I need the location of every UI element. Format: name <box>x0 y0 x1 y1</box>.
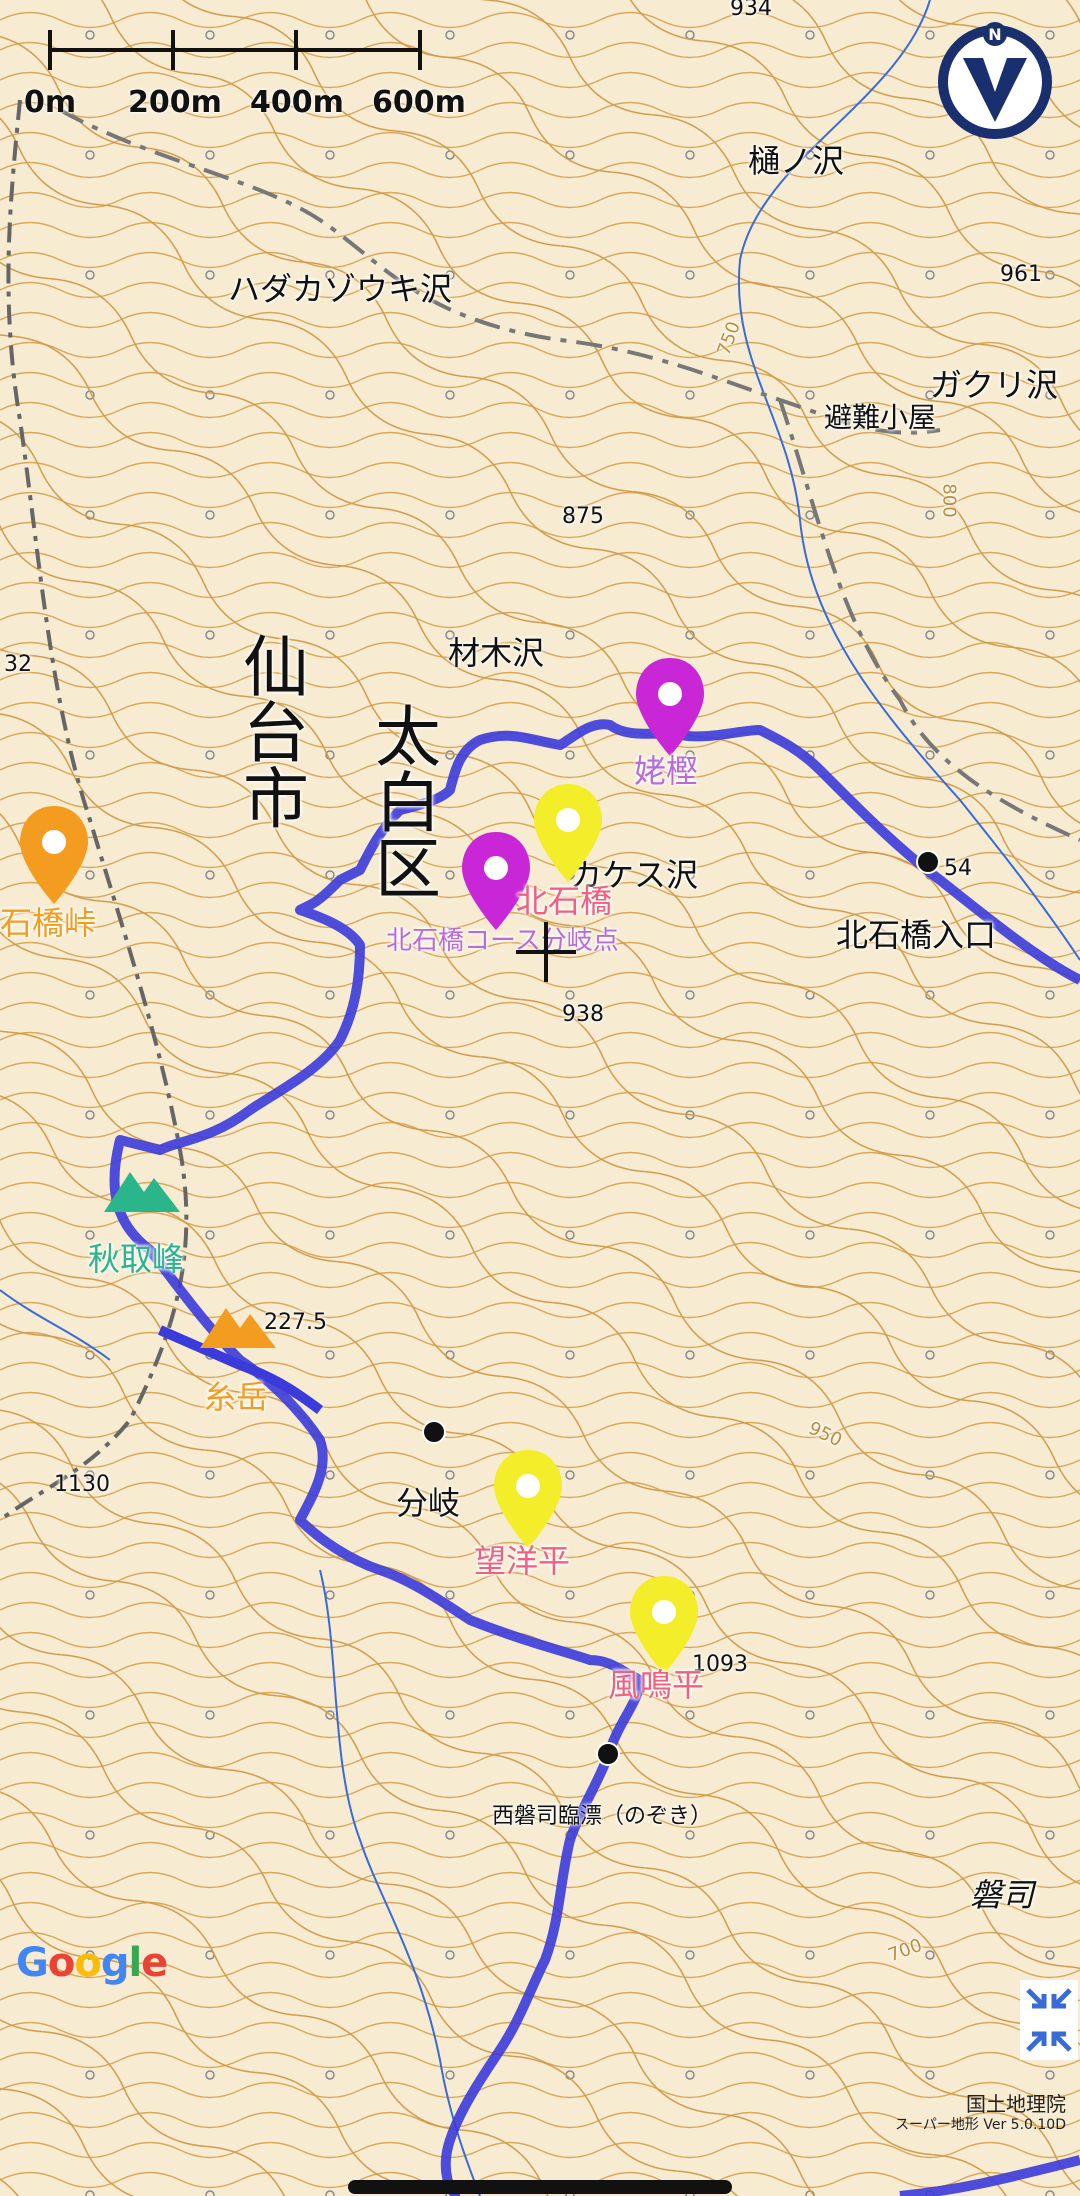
label-sendai-shi: 仙台市 <box>232 632 309 830</box>
compass-north-letter: N <box>988 25 1001 44</box>
compass-icon[interactable]: N <box>935 22 1055 142</box>
scale-label-0: 0m <box>24 85 77 120</box>
fullscreen-toggle-button[interactable] <box>1020 1980 1078 2060</box>
pin-label-uba-kashi: 姥樫 <box>634 752 699 790</box>
label-hadakazouki-sawa: ハダカゾウキ沢 <box>228 270 453 308</box>
elevation-875: 875 <box>562 504 604 529</box>
contour-label-800: 800 <box>938 483 960 518</box>
peak-label-itodake: 糸岳 <box>204 1378 269 1416</box>
peak-icon-akitorimine[interactable] <box>104 1168 180 1212</box>
elevation-1130: 1130 <box>54 1472 110 1497</box>
collapse-arrows-icon <box>1026 1988 1072 2052</box>
elevation-54: 54 <box>944 856 972 881</box>
waypoint-dot-kitaishibashi-iriguchi[interactable] <box>916 850 940 874</box>
label-kitaishibashi-iriguchi: 北石橋入口 <box>836 916 997 954</box>
pin-label-kitaishibashi: 北石橋 <box>516 882 613 920</box>
peak-icon-itodake[interactable] <box>200 1304 276 1348</box>
elevation-934: 934 <box>730 0 772 21</box>
label-hinan-goya: 避難小屋 <box>824 401 937 434</box>
label-nishibandai: 西磐司臨漂（のぞき） <box>492 1804 713 1829</box>
attribution-super-chikei: スーパー地形 Ver 5.0.10D <box>895 2117 1066 2133</box>
google-logo: Google <box>16 1940 168 1986</box>
label-bandai: 磐司 <box>970 1876 1035 1914</box>
label-bunki: 分岐 <box>396 1484 461 1522</box>
label-taihaku-ku: 太白区 <box>364 702 441 900</box>
topographic-map[interactable] <box>0 0 1080 2196</box>
label-zaimoku-sawa: 材木沢 <box>448 634 545 672</box>
waypoint-dot-nishibandai[interactable] <box>596 1742 620 1766</box>
pin-label-ishibashi-toge: 石橋峠 <box>0 904 97 942</box>
waypoint-dot-bunki[interactable] <box>422 1420 446 1444</box>
pin-label-kitaishibashi-course: 北石橋コース分岐点 <box>386 926 619 956</box>
scale-label-200: 200m <box>128 85 222 120</box>
elevation-961: 961 <box>1000 262 1042 287</box>
home-indicator[interactable] <box>348 2180 732 2194</box>
scale-label-400: 400m <box>250 85 344 120</box>
label-hidano-sawa: 樋ノ沢 <box>748 142 845 180</box>
label-gakuri-sawa: ガクリ沢 <box>930 366 1059 404</box>
peak-label-akitorimine: 秋取峰 <box>88 1240 185 1278</box>
elevation-938: 938 <box>562 1002 604 1027</box>
pin-label-boyodaira: 望洋平 <box>474 1542 571 1580</box>
map-center-crosshair <box>516 922 576 982</box>
attribution-gsi: 国土地理院 <box>966 2092 1066 2116</box>
scale-label-600: 600m <box>372 85 466 120</box>
elevation-32: 32 <box>4 652 32 677</box>
pin-label-fumeidaira: 風鳴平 <box>608 1666 705 1704</box>
